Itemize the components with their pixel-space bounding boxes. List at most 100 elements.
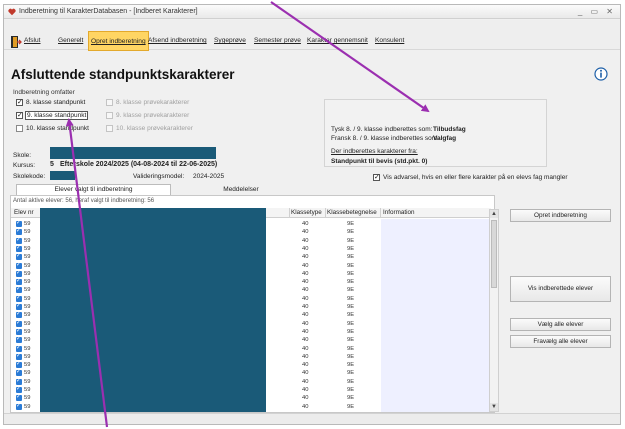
label-8-standpunkt: 8. klasse standpunkt	[26, 99, 86, 106]
cell-klassetype: 40	[302, 312, 309, 319]
afsend-indberetning-button[interactable]: Afsend indberetning	[146, 31, 209, 51]
row-checkbox[interactable]	[16, 377, 22, 385]
toolbar: Afslut Generelt Opret indberetning Afsen…	[4, 20, 620, 51]
karakter-gennemsnit-button[interactable]: Karakter gennemsnit	[305, 31, 370, 51]
row-checkbox[interactable]	[16, 368, 22, 377]
cell-klassetype: 40	[302, 237, 309, 244]
row-checkbox[interactable]	[16, 227, 22, 236]
row-checkbox[interactable]	[16, 219, 22, 227]
cell-klassetype: 40	[302, 287, 309, 294]
redacted-student-names	[40, 208, 266, 412]
label-8-proeve: 8. klasse prøvekarakterer	[116, 99, 190, 106]
cell-klassebetegnelse: 9E	[347, 362, 355, 369]
opret-indberetning-button[interactable]: Opret indberetning	[88, 31, 149, 51]
row-checkbox[interactable]	[16, 327, 22, 335]
scroll-down-icon[interactable]: ▼	[490, 403, 498, 411]
opret-indberetning-side-button[interactable]: Opret indberetning	[510, 209, 611, 222]
fravaelg-alle-elever-button[interactable]: Fravælg alle elever	[510, 335, 611, 348]
generelt-button[interactable]: Generelt	[56, 31, 85, 51]
cell-klassetype: 40	[302, 378, 309, 385]
cell-klassebetegnelse: 9E	[347, 378, 355, 385]
tysk-label: Tysk 8. / 9. klasse indberettes som:	[331, 126, 433, 133]
cell-klassebetegnelse: 9E	[347, 337, 355, 344]
cell-elevnr: 59	[24, 254, 31, 261]
row-checkbox[interactable]	[16, 302, 22, 310]
cell-klassetype: 40	[302, 353, 309, 360]
cell-klassebetegnelse: 9E	[347, 353, 355, 360]
row-checkbox[interactable]	[16, 393, 22, 402]
row-checkbox[interactable]	[16, 319, 22, 327]
row-checkbox[interactable]	[16, 344, 22, 352]
cell-klassetype: 40	[302, 254, 309, 261]
window-title: Indberetning til KarakterDatabasen - [In…	[19, 8, 198, 15]
cell-elevnr: 59	[24, 362, 31, 369]
row-checkbox[interactable]	[16, 402, 22, 410]
checkbox-10-proeve[interactable]	[106, 125, 113, 132]
column-separator	[380, 208, 381, 218]
row-checkbox[interactable]	[16, 244, 22, 252]
cell-elevnr: 59	[24, 337, 31, 344]
scroll-thumb[interactable]	[491, 220, 497, 288]
cell-elevnr: 59	[24, 328, 31, 335]
cell-klassetype: 40	[302, 270, 309, 277]
status-bar	[4, 413, 620, 424]
karakterer-fra-link[interactable]: Der indberettes karakterer fra:	[331, 148, 418, 155]
tab-meddelelser[interactable]: Meddelelser	[171, 185, 311, 195]
sygeproeve-button[interactable]: Sygeprøve	[212, 31, 248, 51]
row-checkbox[interactable]	[16, 360, 22, 369]
redacted-skolekode	[50, 171, 75, 180]
cell-klassetype: 40	[302, 387, 309, 393]
warning-checkbox-label: Vis advarsel, hvis en eller flere karakt…	[383, 174, 568, 181]
row-checkbox[interactable]	[16, 285, 22, 294]
row-checkbox[interactable]	[16, 277, 22, 286]
cell-elevnr: 59	[24, 353, 31, 360]
tab-meddelelser-label: Meddelelser	[223, 186, 259, 193]
row-checkbox[interactable]	[16, 352, 22, 360]
row-checkbox[interactable]	[16, 252, 22, 261]
cell-klassetype: 40	[302, 295, 309, 302]
info-icon[interactable]	[594, 67, 608, 81]
warning-checkbox[interactable]	[373, 173, 380, 182]
row-checkbox[interactable]	[16, 294, 22, 302]
cell-klassetype: 40	[302, 245, 309, 252]
vaelg-alle-elever-button[interactable]: Vælg alle elever	[510, 318, 611, 331]
column-header-klassetype[interactable]: Klassetype	[291, 209, 322, 216]
cell-elevnr: 59	[24, 370, 31, 377]
cell-klassetype: 40	[302, 304, 309, 310]
column-header-klassebetegnelse[interactable]: Klassebetegnelse	[327, 209, 377, 216]
cell-klassebetegnelse: 9E	[347, 237, 355, 244]
konsulent-button[interactable]: Konsulent	[373, 31, 406, 51]
exit-door-icon[interactable]	[11, 36, 22, 48]
checkbox-10-standpunkt[interactable]	[16, 125, 23, 132]
cell-elevnr: 59	[24, 279, 31, 286]
checkbox-9-standpunkt[interactable]	[16, 111, 23, 120]
scroll-up-icon[interactable]: ▲	[490, 210, 498, 218]
column-separator	[325, 208, 326, 218]
row-checkbox[interactable]	[16, 269, 22, 277]
cell-klassetype: 40	[302, 370, 309, 377]
window-controls[interactable]: _ ▭ ✕	[578, 7, 616, 16]
label-10-proeve: 10. klasse prøvekarakterer	[116, 125, 193, 132]
column-header-information[interactable]: Information	[383, 209, 415, 216]
checkbox-8-proeve[interactable]	[106, 99, 113, 106]
cell-klassetype: 40	[302, 279, 309, 286]
afslut-button[interactable]: Afslut	[22, 31, 43, 51]
checkbox-8-standpunkt[interactable]	[16, 98, 23, 107]
row-checkbox[interactable]	[16, 385, 22, 393]
row-checkbox[interactable]	[16, 335, 22, 344]
cell-klassetype: 40	[302, 345, 309, 352]
vis-indberettede-elever-button[interactable]: Vis indberettede elever	[510, 276, 611, 302]
cell-klassebetegnelse: 9E	[347, 345, 355, 352]
tab-elever-label: Elever valgt til indberetning	[54, 186, 133, 193]
page-title: Afsluttende standpunktskarakterer	[11, 67, 235, 82]
row-checkbox[interactable]	[16, 236, 22, 244]
cell-klassebetegnelse: 9E	[347, 320, 355, 327]
grid-scrollbar[interactable]: ▲ ▼	[489, 209, 499, 412]
cell-klassebetegnelse: 9E	[347, 245, 355, 252]
checkbox-9-proeve[interactable]	[106, 112, 113, 119]
tab-elever[interactable]: Elever valgt til indberetning	[16, 184, 171, 195]
row-checkbox[interactable]	[16, 261, 22, 269]
semester-proeve-button[interactable]: Semester prøve	[252, 31, 303, 51]
column-header-elevnr[interactable]: Elev nr	[14, 209, 34, 216]
row-checkbox[interactable]	[16, 310, 22, 319]
